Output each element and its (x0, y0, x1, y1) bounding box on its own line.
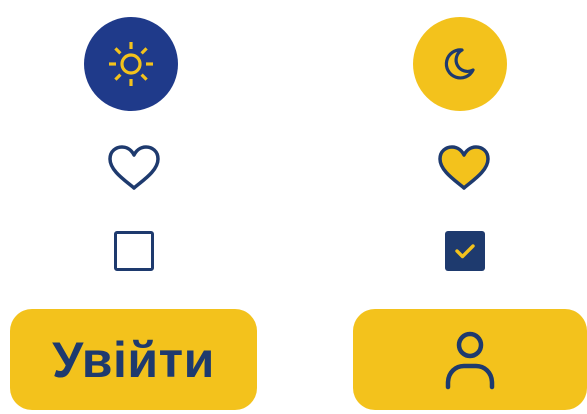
checkmark-icon (455, 244, 475, 259)
moon-icon (444, 48, 475, 80)
heart-outline-icon[interactable] (104, 143, 164, 193)
dark-theme-toggle[interactable] (413, 17, 507, 111)
user-icon (445, 331, 495, 389)
login-button-label: Увійти (52, 331, 215, 388)
checkbox-unchecked[interactable] (114, 231, 154, 271)
sun-icon (109, 42, 153, 86)
light-theme-toggle[interactable] (84, 17, 178, 111)
ui-components-canvas: Увійти (0, 0, 587, 414)
login-button[interactable]: Увійти (10, 309, 257, 410)
checkbox-checked[interactable] (445, 231, 485, 271)
heart-filled-icon[interactable] (434, 143, 494, 193)
profile-button[interactable] (353, 309, 587, 410)
